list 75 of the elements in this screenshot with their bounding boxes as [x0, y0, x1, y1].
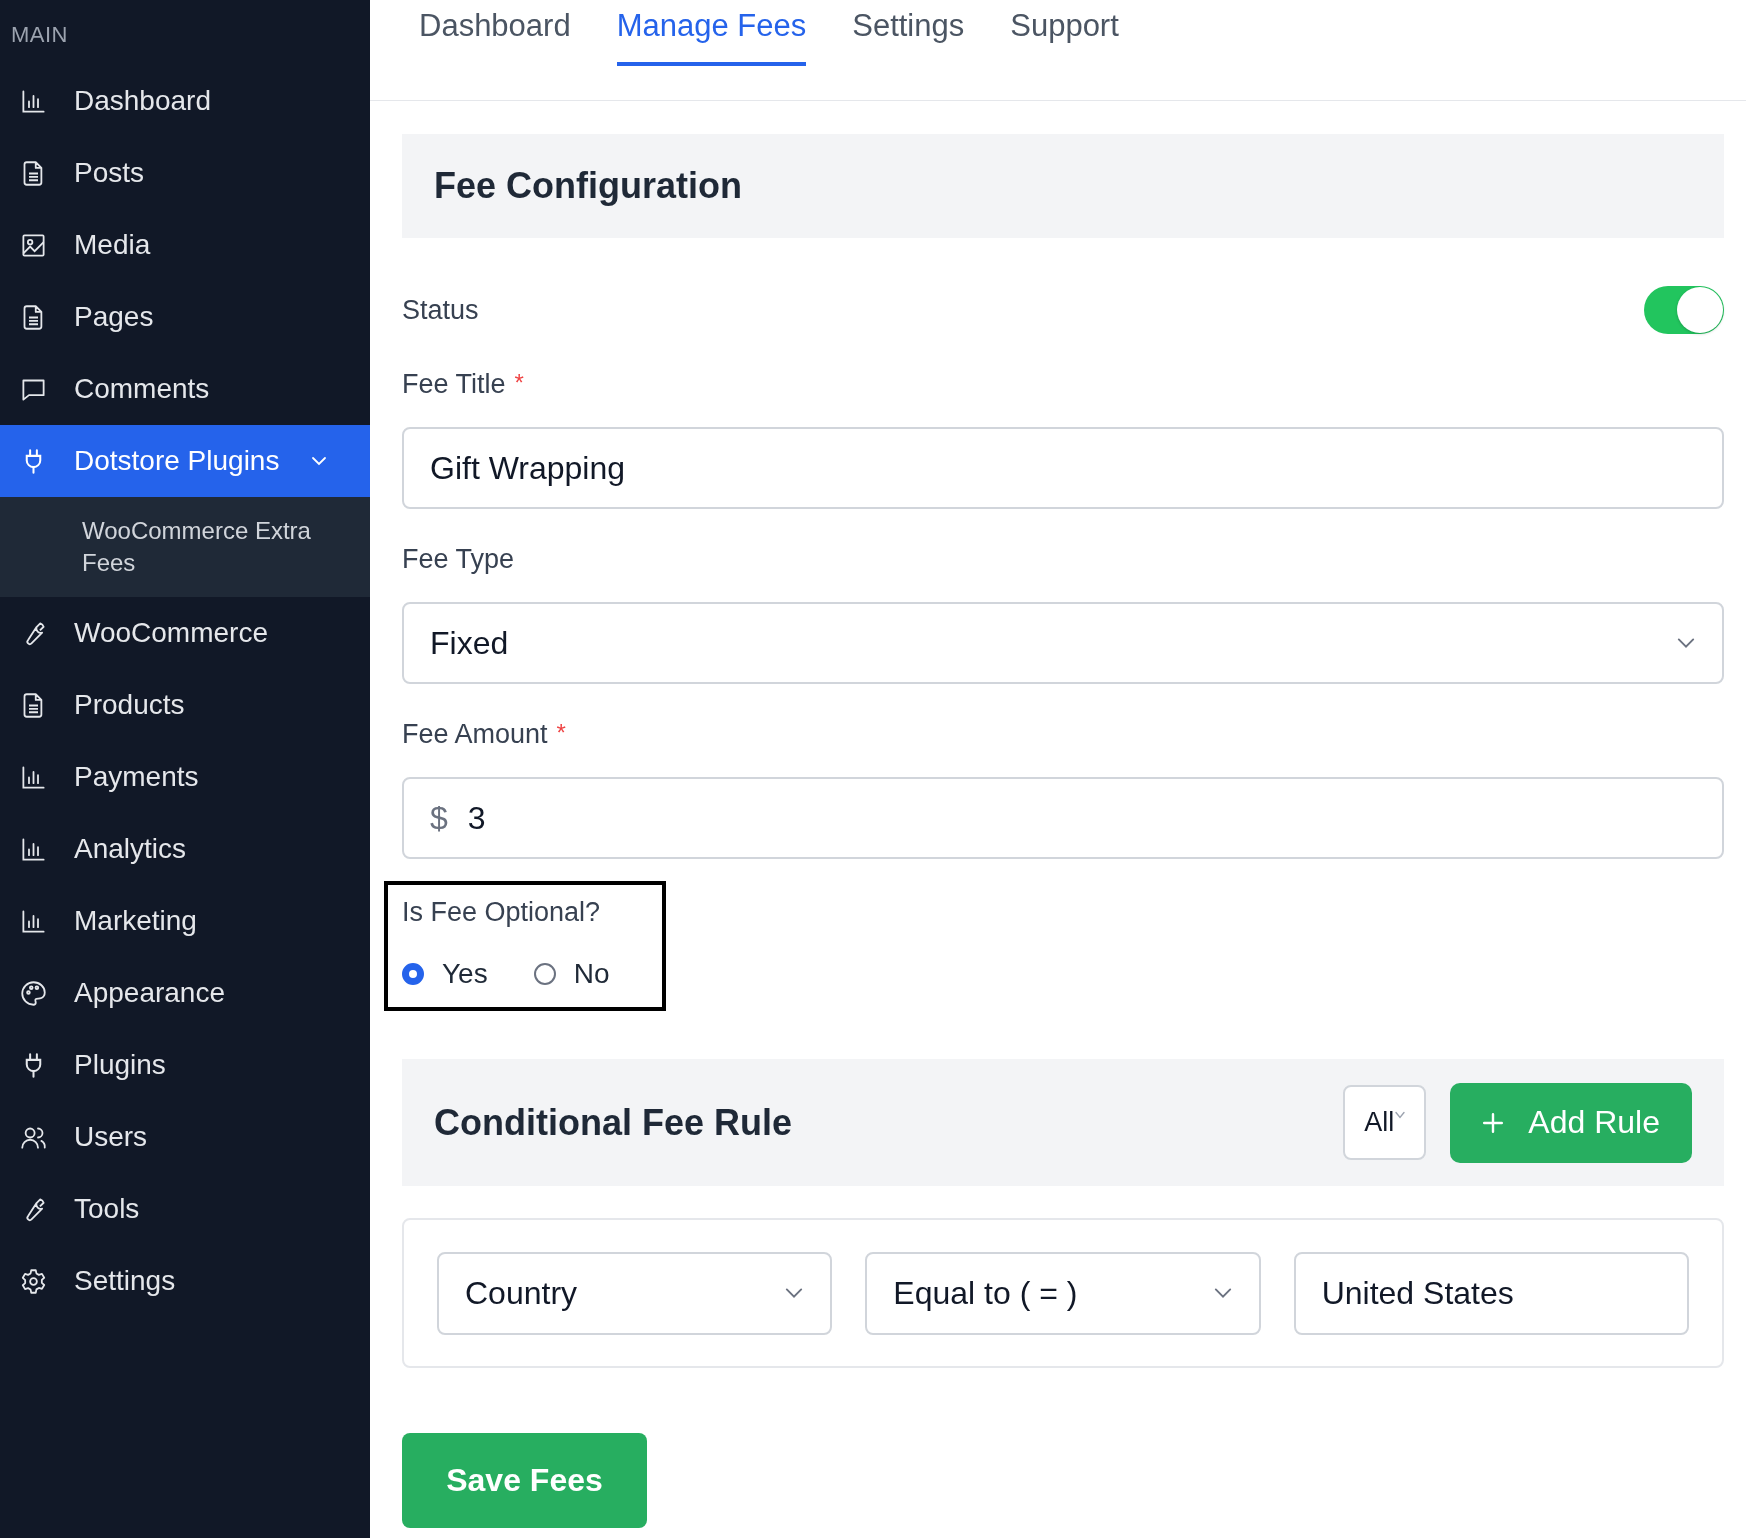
sidebar-item[interactable]: Analytics — [0, 813, 370, 885]
status-label: Status — [402, 294, 479, 326]
radio-label: No — [573, 958, 610, 990]
sidebar-item-label: Tools — [74, 1193, 140, 1225]
sidebar-item-label: Products — [74, 689, 185, 721]
radio-button[interactable] — [402, 963, 424, 985]
sidebar-section-label: MAIN — [10, 21, 69, 49]
sidebar-item[interactable]: WooCommerce — [0, 597, 370, 669]
chevron-icon — [784, 1287, 805, 1299]
field-value: 3 — [467, 799, 487, 837]
select-value: All — [1364, 1107, 1395, 1138]
select-field[interactable]: Equal to ( = ) — [865, 1251, 1261, 1335]
match-select[interactable]: All — [1343, 1085, 1427, 1160]
sidebar-item-label: Plugins — [74, 1049, 166, 1081]
field-label: Fee Amount — [402, 719, 548, 750]
tab[interactable]: Dashboard — [419, 0, 571, 66]
amount-field[interactable]: $ 3 — [402, 777, 1724, 859]
caret-icon — [1395, 1111, 1406, 1120]
sidebar-item-label: Users — [74, 1121, 148, 1153]
sidebar-item[interactable]: Comments — [0, 353, 370, 425]
chevron-icon — [1676, 637, 1696, 649]
sidebar-item[interactable]: Pages — [0, 281, 370, 353]
tab[interactable]: Manage Fees — [616, 0, 807, 66]
section-title: Fee Configuration — [434, 165, 742, 207]
sidebar-item-label: Payments — [74, 761, 199, 793]
select-value: Equal to ( = ) — [893, 1274, 1078, 1312]
required-mark: * — [514, 369, 524, 397]
plus-icon — [1482, 1111, 1505, 1134]
section-title: Conditional Fee Rule — [434, 1101, 792, 1144]
sidebar-item[interactable]: Media — [0, 209, 370, 281]
field-label: Fee Type — [402, 544, 515, 575]
currency-symbol: $ — [430, 799, 448, 837]
radio-label: Yes — [442, 958, 488, 990]
select-field[interactable]: Country — [437, 1251, 833, 1335]
sidebar-item-label: Marketing — [74, 905, 197, 937]
field-value: Gift Wrapping — [430, 449, 627, 487]
question-label: Is Fee Optional? — [402, 897, 602, 928]
select-field[interactable]: Fixed — [402, 602, 1724, 684]
required-mark: * — [556, 719, 566, 747]
sidebar-item-label: Appearance — [74, 977, 225, 1009]
sidebar-item[interactable]: Appearance — [0, 957, 370, 1029]
sidebar-item-label: Analytics — [74, 833, 187, 865]
text-field[interactable]: Gift Wrapping — [402, 427, 1724, 509]
sidebar-item-label: WooCommerce — [74, 617, 268, 649]
sidebar-item[interactable]: Payments — [0, 741, 370, 813]
sidebar-item[interactable]: Tools — [0, 1173, 370, 1245]
sidebar-item-label: Comments — [74, 373, 210, 405]
select-value: Country — [465, 1274, 578, 1312]
tab[interactable]: Settings — [852, 0, 965, 66]
sidebar-item[interactable]: Posts — [0, 137, 370, 209]
sidebar-item-label: Dashboard — [74, 85, 211, 117]
sidebar-item[interactable]: Dashboard — [0, 65, 370, 137]
sidebar-item[interactable]: Dotstore Plugins — [0, 425, 370, 497]
submenu-item[interactable]: WooCommerce Extra Fees — [82, 515, 350, 579]
settings-icon — [20, 1267, 47, 1295]
tab[interactable]: Support — [1010, 0, 1119, 66]
field-value: Fixed — [430, 624, 510, 662]
chevron-icon — [1212, 1287, 1233, 1299]
field-label: Fee Title — [402, 369, 506, 400]
sidebar-item[interactable]: Settings — [0, 1245, 370, 1317]
sidebar-item-label: Dotstore Plugins — [74, 445, 280, 477]
sidebar-item[interactable]: Plugins — [0, 1029, 370, 1101]
sidebar-item-label: Pages — [74, 301, 154, 333]
field-value: United States — [1321, 1274, 1514, 1312]
sidebar-item-label: Media — [74, 229, 151, 261]
radio-button[interactable] — [533, 963, 556, 985]
sidebar-item[interactable]: Marketing — [0, 885, 370, 957]
sidebar-item[interactable]: Products — [0, 669, 370, 741]
sidebar-item-label: Posts — [74, 157, 145, 189]
palette-icon — [20, 979, 47, 1007]
text-field[interactable]: United States — [1293, 1251, 1689, 1335]
sidebar-item-label: Settings — [74, 1265, 176, 1297]
status-toggle[interactable] — [1644, 286, 1724, 334]
sidebar-item[interactable]: Users — [0, 1101, 370, 1173]
image-icon — [20, 231, 47, 259]
